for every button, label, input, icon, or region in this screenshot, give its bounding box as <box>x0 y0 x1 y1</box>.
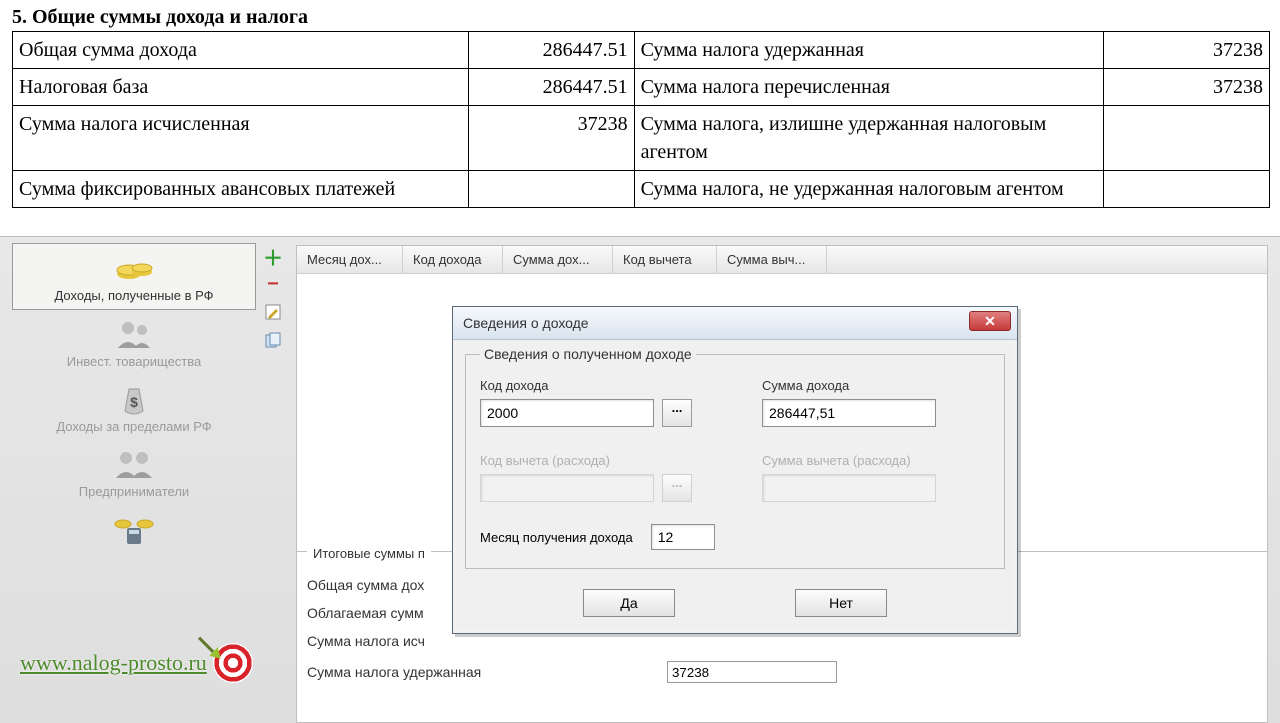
sidebar-item-label: Инвест. товарищества <box>16 354 252 369</box>
deduction-code-input <box>480 474 654 502</box>
deduction-sum-label: Сумма вычета (расхода) <box>762 453 936 468</box>
deduction-code-browse-button: ... <box>662 474 692 502</box>
month-label: Месяц получения дохода <box>480 530 633 545</box>
income-sum-label: Сумма дохода <box>762 378 936 393</box>
close-button[interactable]: ✕ <box>969 311 1011 331</box>
income-sum-input[interactable] <box>762 399 936 427</box>
grid-col-dedsum[interactable]: Сумма выч... <box>717 246 827 273</box>
svg-text:$: $ <box>130 394 138 410</box>
row-toolbar: ＋ − <box>262 245 284 351</box>
edit-row-button[interactable] <box>262 301 284 323</box>
cancel-button[interactable]: Нет <box>795 589 887 617</box>
sidebar-item-label: Доходы за пределами РФ <box>16 419 252 434</box>
summary-legend: Итоговые суммы п <box>307 546 431 561</box>
people-icon <box>16 316 252 352</box>
grid-header-row: Месяц дох... Код дохода Сумма дох... Код… <box>297 246 1267 274</box>
sidebar-item-label: Доходы, полученные в РФ <box>17 288 251 303</box>
grid-col-code[interactable]: Код дохода <box>403 246 503 273</box>
income-code-browse-button[interactable]: ... <box>662 399 692 427</box>
summary-withheld-input[interactable] <box>667 661 837 683</box>
income-fieldset: Сведения о полученном доходе Код дохода … <box>465 346 1005 569</box>
month-input[interactable] <box>651 524 715 550</box>
deduction-sum-input <box>762 474 936 502</box>
summary-label: Сумма налога удержанная <box>307 664 667 680</box>
grid-col-sum[interactable]: Сумма дох... <box>503 246 613 273</box>
dialog-title-text: Сведения о доходе <box>463 315 589 331</box>
add-row-button[interactable]: ＋ <box>262 245 284 267</box>
dialog-titlebar[interactable]: Сведения о доходе ✕ <box>453 307 1017 340</box>
sidebar-item-label: Предприниматели <box>16 484 252 499</box>
watermark-text: www.nalog-prosto.ru <box>20 650 207 676</box>
deduction-code-label: Код вычета (расхода) <box>480 453 692 468</box>
section-title: 5. Общие суммы дохода и налога <box>12 6 1270 29</box>
businessmen-icon <box>16 446 252 482</box>
sidebar-item-deductions[interactable] <box>12 505 256 555</box>
sidebar-item-entrepreneurs[interactable]: Предприниматели <box>12 440 256 505</box>
grid-col-month[interactable]: Месяц дох... <box>297 246 403 273</box>
document-excerpt: 5. Общие суммы дохода и налога Общая сум… <box>0 0 1280 208</box>
money-bag-icon: $ <box>16 381 252 417</box>
income-dialog: Сведения о доходе ✕ Сведения о полученно… <box>452 306 1018 634</box>
remove-row-button[interactable]: − <box>262 273 284 295</box>
copy-row-button[interactable] <box>262 329 284 351</box>
sidebar-item-invest[interactable]: Инвест. товарищества <box>12 310 256 375</box>
tax-summary-table: Общая сумма дохода 286447.51 Сумма налог… <box>12 31 1270 208</box>
calculator-coins-icon <box>16 511 252 547</box>
watermark: www.nalog-prosto.ru <box>20 643 253 683</box>
fieldset-legend: Сведения о полученном доходе <box>480 346 696 362</box>
sidebar-item-income-abroad[interactable]: $ Доходы за пределами РФ <box>12 375 256 440</box>
income-code-input[interactable] <box>480 399 654 427</box>
coins-icon <box>17 250 251 286</box>
ok-button[interactable]: Да <box>583 589 675 617</box>
grid-col-dedcode[interactable]: Код вычета <box>613 246 717 273</box>
income-code-label: Код дохода <box>480 378 692 393</box>
sidebar-item-income-rf[interactable]: Доходы, полученные в РФ <box>12 243 256 310</box>
summary-label: Сумма налога исч <box>307 633 667 649</box>
